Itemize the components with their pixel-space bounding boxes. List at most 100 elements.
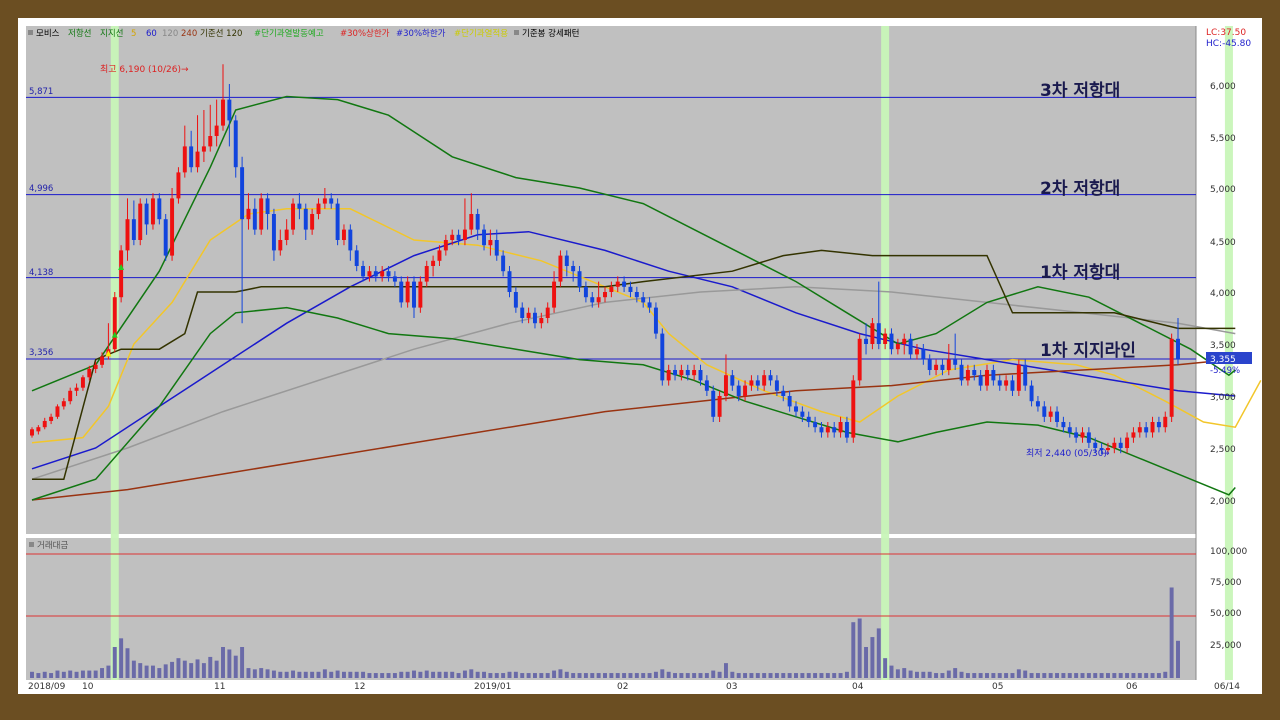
- volume-bar-75: [507, 671, 512, 678]
- candle-body: [208, 136, 213, 147]
- volume-bar-126: [832, 673, 837, 678]
- support-1-label: 1차 지지라인: [1040, 341, 1136, 361]
- legend-flag-upper-limit: #30%상한가: [340, 28, 390, 39]
- candle-body: [997, 380, 1002, 386]
- candle-body: [532, 312, 537, 324]
- candle-body: [227, 99, 232, 121]
- legend-flag-lower-limit: #30%하한가: [396, 28, 446, 39]
- volume-bar-142: [934, 673, 939, 678]
- candle-body: [265, 198, 270, 214]
- volume-bar-173: [1131, 673, 1136, 678]
- x-label-2019-01: 2019/01: [474, 682, 511, 692]
- candle-body: [80, 377, 85, 388]
- candle-body: [297, 203, 302, 209]
- high-annotation: 최고 6,190 (10/26): [100, 64, 181, 75]
- volume-bar-104: [692, 673, 697, 678]
- volume-bar-160: [1048, 673, 1053, 678]
- level-label-3356: 3,356: [29, 348, 53, 358]
- volume-bar-17: [138, 663, 143, 678]
- candle-body: [1004, 380, 1009, 386]
- volume-bar-99: [660, 669, 665, 678]
- volume-bar-11: [100, 668, 105, 678]
- candle-body: [692, 370, 697, 376]
- volume-bar-179: [1169, 587, 1174, 678]
- volume-bar-52: [361, 671, 366, 678]
- legend-support: 지지선: [100, 29, 123, 39]
- candle-body: [653, 307, 658, 334]
- volume-bar-117: [774, 673, 779, 678]
- level-label-4996: 4,996: [29, 184, 53, 194]
- volume-bar-35: [252, 669, 257, 678]
- candle-body: [953, 359, 958, 365]
- volume-bar-54: [373, 673, 378, 678]
- candle-body: [36, 427, 41, 432]
- candle-body: [399, 281, 404, 303]
- level-label-5871: 5,871: [29, 87, 53, 97]
- volume-bar-88: [590, 673, 595, 678]
- candle-body: [698, 370, 703, 381]
- volume-bar-162: [1061, 673, 1066, 678]
- volume-bar-177: [1156, 673, 1161, 678]
- x-label-2018-09: 2018/09: [28, 682, 66, 692]
- legend: 모비스 저항선 지지선 5 60 120 240 기준선 120 #단기과열발동…: [28, 28, 579, 39]
- candle-body: [322, 198, 327, 204]
- candle-body: [940, 364, 945, 370]
- candle-body: [214, 125, 219, 136]
- volume-bar-92: [615, 673, 620, 678]
- candle-body: [361, 266, 366, 277]
- volume-bar-111: [736, 673, 741, 678]
- candle-body: [666, 370, 671, 381]
- candle-body: [138, 203, 143, 240]
- volume-bar-53: [367, 673, 372, 678]
- volume-title: 거래대금: [37, 541, 68, 551]
- candle-body: [49, 416, 54, 421]
- candle-body: [246, 208, 251, 220]
- candle-body: [730, 375, 735, 386]
- volume-bar-25: [189, 663, 194, 678]
- candle-body: [571, 266, 576, 272]
- candle-body: [221, 99, 225, 126]
- candle-17: [138, 198, 143, 246]
- vol-tick-100000: 100,000: [1210, 547, 1247, 557]
- volume-bar-5: [61, 671, 66, 678]
- legend-ma-120: 120: [162, 29, 178, 39]
- volume-bar-163: [1067, 673, 1072, 678]
- volume-bar-151: [991, 673, 996, 678]
- candle-body: [622, 281, 627, 287]
- candle-body: [762, 375, 767, 386]
- volume-bar-41: [291, 670, 296, 678]
- candle-130: [857, 333, 862, 386]
- chart-frame: 모비스 저항선 지지선 5 60 120 240 기준선 120 #단기과열발동…: [18, 18, 1262, 694]
- volume-bar-119: [787, 673, 792, 678]
- candle-body: [176, 172, 181, 199]
- candle-body: [271, 214, 276, 251]
- candle-body: [513, 292, 518, 308]
- volume-bar-118: [781, 673, 786, 678]
- candle-body: [100, 356, 105, 365]
- volume-bar-144: [946, 670, 951, 678]
- candle-body: [583, 286, 588, 298]
- candle-body: [74, 387, 79, 391]
- volume-bar-47: [329, 671, 334, 678]
- candle-129: [851, 375, 856, 443]
- candle-body: [157, 198, 162, 220]
- legend-stock: 모비스: [36, 29, 60, 39]
- x-label-05: 05: [992, 682, 1003, 692]
- candle-body: [30, 429, 34, 436]
- x-label-10: 10: [82, 682, 94, 692]
- volume-bar-23: [176, 658, 181, 678]
- volume-bar-32: [233, 655, 238, 678]
- candle-body: [641, 297, 646, 303]
- x-label-03: 03: [726, 682, 737, 692]
- volume-bar-10: [93, 670, 98, 678]
- volume-bar-78: [526, 673, 531, 678]
- candle-body: [348, 229, 353, 251]
- volume-bar-158: [1035, 673, 1040, 678]
- legend-flag-overheat-notice: #단기과열발동예고: [254, 28, 324, 39]
- low-annotation: 최저 2,440 (05/30): [1026, 448, 1107, 459]
- volume-bar-146: [959, 671, 964, 678]
- volume-panel: [26, 538, 1196, 680]
- candle-body: [284, 229, 289, 240]
- candle-body: [685, 370, 690, 376]
- volume-bar-8: [80, 670, 85, 678]
